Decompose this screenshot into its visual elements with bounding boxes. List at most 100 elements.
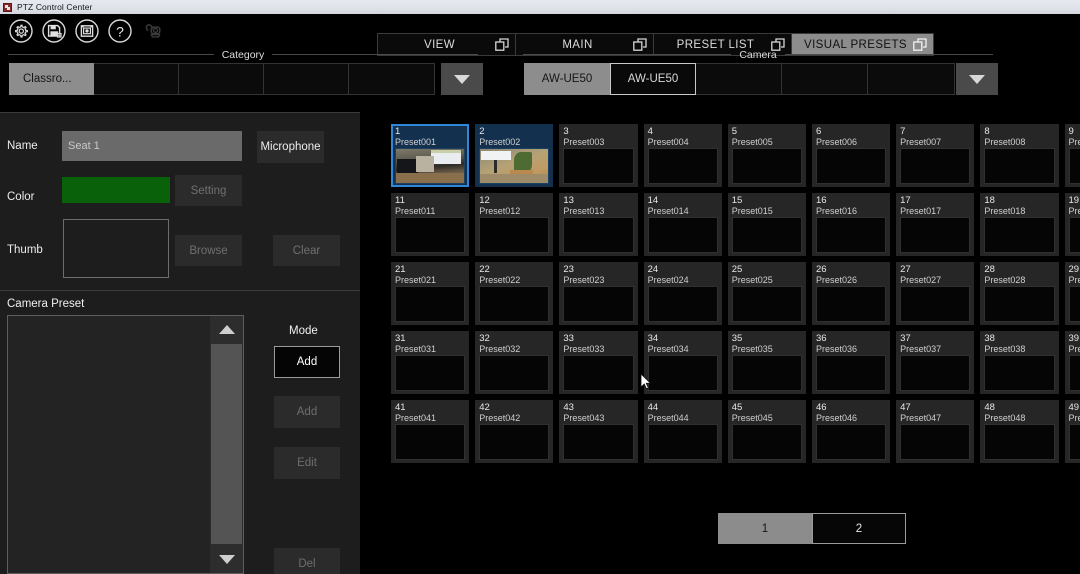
thumb-preview-box[interactable] bbox=[63, 219, 169, 278]
page-button-1[interactable]: 1 bbox=[718, 513, 812, 544]
preset-cell-name: Preset003 bbox=[563, 137, 605, 147]
preset-cell-name: Preset046 bbox=[815, 413, 857, 423]
preset-cell-body: 46 Preset046 bbox=[811, 400, 891, 463]
preset-cell[interactable]: 5 Preset005 bbox=[725, 121, 809, 190]
browse-button[interactable]: Browse bbox=[175, 235, 242, 266]
preset-cell-number: 9 bbox=[1068, 126, 1074, 137]
preset-cell[interactable]: 16 Preset016 bbox=[809, 190, 893, 259]
preset-cell[interactable]: 12 Preset012 bbox=[472, 190, 556, 259]
preset-cell[interactable]: 13 Preset013 bbox=[556, 190, 640, 259]
preset-cell-thumbnail bbox=[395, 355, 466, 391]
setting-button[interactable]: Setting bbox=[175, 175, 242, 206]
preset-cell[interactable]: 2 Preset002 bbox=[472, 121, 556, 190]
page-button-2[interactable]: 2 bbox=[812, 513, 906, 544]
camera-button-3[interactable] bbox=[782, 63, 868, 95]
camera-preset-list[interactable] bbox=[7, 315, 244, 574]
preset-cell[interactable]: 18 Preset018 bbox=[977, 190, 1061, 259]
preset-cell[interactable]: 15 Preset015 bbox=[725, 190, 809, 259]
preset-cell-body: 37 Preset037 bbox=[896, 331, 975, 394]
preset-cell[interactable]: 24 Preset024 bbox=[641, 259, 725, 328]
help-icon[interactable]: ? bbox=[107, 18, 133, 44]
preset-cell-name: Preset049 bbox=[1068, 413, 1080, 423]
scroll-up-button[interactable] bbox=[210, 316, 243, 343]
preset-cell[interactable]: 17 Preset017 bbox=[893, 190, 977, 259]
mode-edit-button[interactable]: Edit bbox=[274, 447, 340, 479]
mode-add-button[interactable]: Add bbox=[274, 396, 340, 428]
preset-cell[interactable]: 19Preset019 bbox=[1062, 190, 1080, 259]
category-button-4[interactable] bbox=[349, 63, 435, 95]
preset-cell[interactable]: 45 Preset045 bbox=[725, 397, 809, 466]
preset-cell[interactable]: 4 Preset004 bbox=[641, 121, 725, 190]
preset-cell[interactable]: 9Preset009 bbox=[1062, 121, 1080, 190]
preset-cell[interactable]: 29Preset029 bbox=[1062, 259, 1080, 328]
preset-cell[interactable]: 33 Preset033 bbox=[556, 328, 640, 397]
preset-cell[interactable]: 38 Preset038 bbox=[977, 328, 1061, 397]
preset-cell[interactable]: 39Preset039 bbox=[1062, 328, 1080, 397]
preset-cell[interactable]: 23 Preset023 bbox=[556, 259, 640, 328]
category-button-2[interactable] bbox=[179, 63, 264, 95]
category-button-3[interactable] bbox=[264, 63, 349, 95]
name-input[interactable]: Seat 1 bbox=[62, 131, 242, 161]
preset-cell[interactable]: 31 Preset031 bbox=[388, 328, 472, 397]
preset-cell[interactable]: 43 Preset043 bbox=[556, 397, 640, 466]
preset-cell-body: 25 Preset025 bbox=[727, 262, 806, 325]
preset-cell[interactable]: 8 Preset008 bbox=[977, 121, 1061, 190]
mode-add-active-button[interactable]: Add bbox=[274, 346, 340, 378]
camera-button-4[interactable] bbox=[868, 63, 955, 95]
preset-cell-name: Preset008 bbox=[984, 137, 1026, 147]
pagination: 1 2 bbox=[718, 513, 906, 544]
camera-button-2[interactable] bbox=[696, 63, 782, 95]
category-button-0[interactable]: Classro... bbox=[9, 63, 94, 95]
preset-cell[interactable]: 3 Preset003 bbox=[556, 121, 640, 190]
preset-cell[interactable]: 11 Preset011 bbox=[388, 190, 472, 259]
preset-cell[interactable]: 22 Preset022 bbox=[472, 259, 556, 328]
preset-cell[interactable]: 37 Preset037 bbox=[893, 328, 977, 397]
microphone-button[interactable]: Microphone bbox=[257, 131, 324, 163]
popout-icon[interactable] bbox=[495, 37, 509, 52]
preset-cell[interactable]: 49Preset049 bbox=[1062, 397, 1080, 466]
preset-cell-number: 7 bbox=[900, 126, 906, 137]
monitor-icon[interactable] bbox=[74, 18, 100, 44]
preset-cell[interactable]: 32 Preset032 bbox=[472, 328, 556, 397]
preset-cell[interactable]: 1 Preset001 bbox=[388, 121, 472, 190]
scrollbar-thumb[interactable] bbox=[211, 344, 242, 544]
category-button-1[interactable] bbox=[94, 63, 179, 95]
category-button-row: Classro... bbox=[9, 63, 435, 95]
preset-cell-number: 22 bbox=[479, 264, 490, 275]
preset-cell[interactable]: 44 Preset044 bbox=[641, 397, 725, 466]
preset-cell-body: 48 Preset048 bbox=[980, 400, 1059, 463]
color-swatch[interactable] bbox=[62, 177, 170, 203]
preset-cell[interactable]: 48 Preset048 bbox=[977, 397, 1061, 466]
camera-button-0[interactable]: AW-UE50 bbox=[524, 63, 610, 95]
preset-cell[interactable]: 26 Preset026 bbox=[809, 259, 893, 328]
clear-button[interactable]: Clear bbox=[273, 235, 340, 266]
camera-dropdown-button[interactable] bbox=[956, 63, 998, 95]
preset-cell[interactable]: 34 Preset034 bbox=[641, 328, 725, 397]
preset-cell-number: 5 bbox=[731, 126, 738, 137]
divider-line bbox=[8, 54, 214, 55]
preset-cell[interactable]: 14 Preset014 bbox=[641, 190, 725, 259]
preset-cell-body: 21 Preset021 bbox=[391, 262, 470, 325]
camera-preset-scrollbar[interactable] bbox=[210, 316, 243, 573]
preset-cell[interactable]: 6 Preset006 bbox=[809, 121, 893, 190]
preset-cell-number: 16 bbox=[815, 195, 827, 206]
preset-cell[interactable]: 46 Preset046 bbox=[809, 397, 893, 466]
preset-cell[interactable]: 41 Preset041 bbox=[388, 397, 472, 466]
preset-cell[interactable]: 21 Preset021 bbox=[388, 259, 472, 328]
preset-cell[interactable]: 36 Preset036 bbox=[809, 328, 893, 397]
gear-icon[interactable] bbox=[8, 18, 34, 44]
save-icon[interactable] bbox=[41, 18, 67, 44]
preset-cell[interactable]: 35 Preset035 bbox=[725, 328, 809, 397]
preset-cell-name: Preset016 bbox=[815, 206, 857, 216]
camera-button-1[interactable]: AW-UE50 bbox=[610, 63, 696, 95]
preset-cell[interactable]: 27 Preset027 bbox=[893, 259, 977, 328]
preset-cell[interactable]: 25 Preset025 bbox=[725, 259, 809, 328]
mode-del-button[interactable]: Del bbox=[274, 548, 340, 574]
preset-cell[interactable]: 47 Preset047 bbox=[893, 397, 977, 466]
ptz-camera-icon[interactable] bbox=[140, 18, 166, 44]
category-dropdown-button[interactable] bbox=[441, 63, 483, 95]
preset-cell[interactable]: 42 Preset042 bbox=[472, 397, 556, 466]
scroll-down-button[interactable] bbox=[210, 546, 243, 573]
preset-cell[interactable]: 28 Preset028 bbox=[977, 259, 1061, 328]
preset-cell[interactable]: 7 Preset007 bbox=[893, 121, 977, 190]
